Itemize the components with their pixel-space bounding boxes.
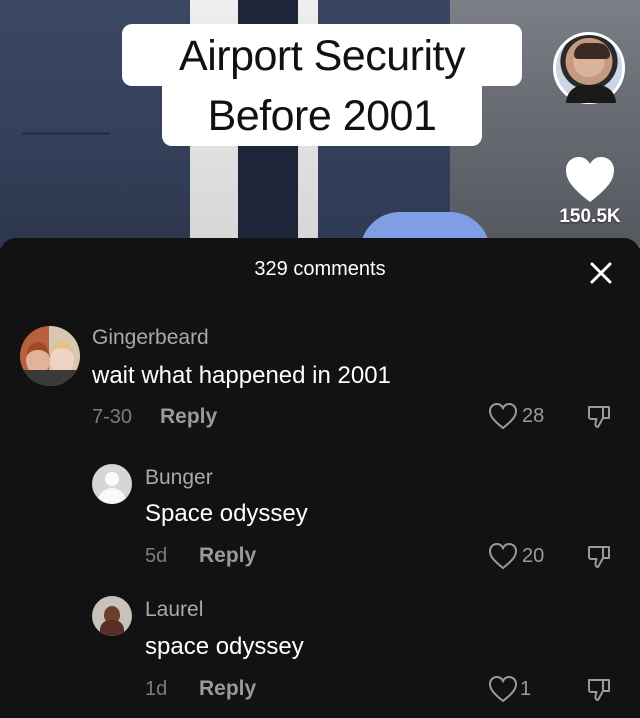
heart-icon[interactable] (564, 156, 616, 204)
comment-date: 1d (145, 678, 168, 700)
reply-button[interactable]: Reply (160, 405, 217, 429)
comment-date: 7-30 (92, 406, 133, 428)
comment-date: 5d (145, 545, 168, 567)
comment-text: space odyssey (145, 633, 304, 660)
heart-icon[interactable] (488, 402, 518, 430)
video-player[interactable]: Airport Security Before 2001 150.5K (0, 0, 640, 248)
creator-avatar[interactable] (553, 32, 625, 104)
creator-avatar-hair (574, 43, 610, 59)
comment-text: wait what happened in 2001 (92, 362, 391, 389)
comment-like-count: 28 (522, 405, 545, 427)
video-caption: Airport Security Before 2001 (122, 24, 522, 174)
caption-line-1: Airport Security (122, 24, 522, 86)
comment-text: Space odyssey (145, 500, 308, 527)
comments-count-title: 329 comments (254, 258, 386, 280)
avatar[interactable] (20, 326, 80, 386)
avatar-person-body (100, 620, 124, 636)
avatar-body (20, 370, 80, 386)
avatar-placeholder-head (105, 472, 119, 486)
comment-username[interactable]: Gingerbeard (92, 326, 209, 350)
dislike-icon[interactable] (585, 403, 613, 431)
comment-like-count: 20 (522, 545, 545, 567)
creator-avatar-shirt (566, 85, 616, 103)
comments-sheet: 329 comments Gingerbeard wait what happe… (0, 238, 640, 718)
avatar[interactable] (92, 596, 132, 636)
video-like-count: 150.5K (559, 206, 621, 227)
comment-username[interactable]: Bunger (145, 466, 213, 490)
reply-button[interactable]: Reply (199, 544, 256, 568)
comment-username[interactable]: Laurel (145, 598, 203, 622)
comment-like-count: 1 (520, 678, 532, 700)
close-icon[interactable] (584, 256, 618, 290)
dislike-icon[interactable] (585, 676, 613, 704)
dislike-icon[interactable] (585, 543, 613, 571)
heart-icon[interactable] (488, 542, 518, 570)
caption-line-2: Before 2001 (162, 84, 482, 146)
reply-button[interactable]: Reply (199, 677, 256, 701)
avatar-placeholder-shoulders (98, 488, 126, 504)
avatar-placeholder-icon[interactable] (92, 464, 132, 504)
heart-icon[interactable] (488, 675, 518, 703)
